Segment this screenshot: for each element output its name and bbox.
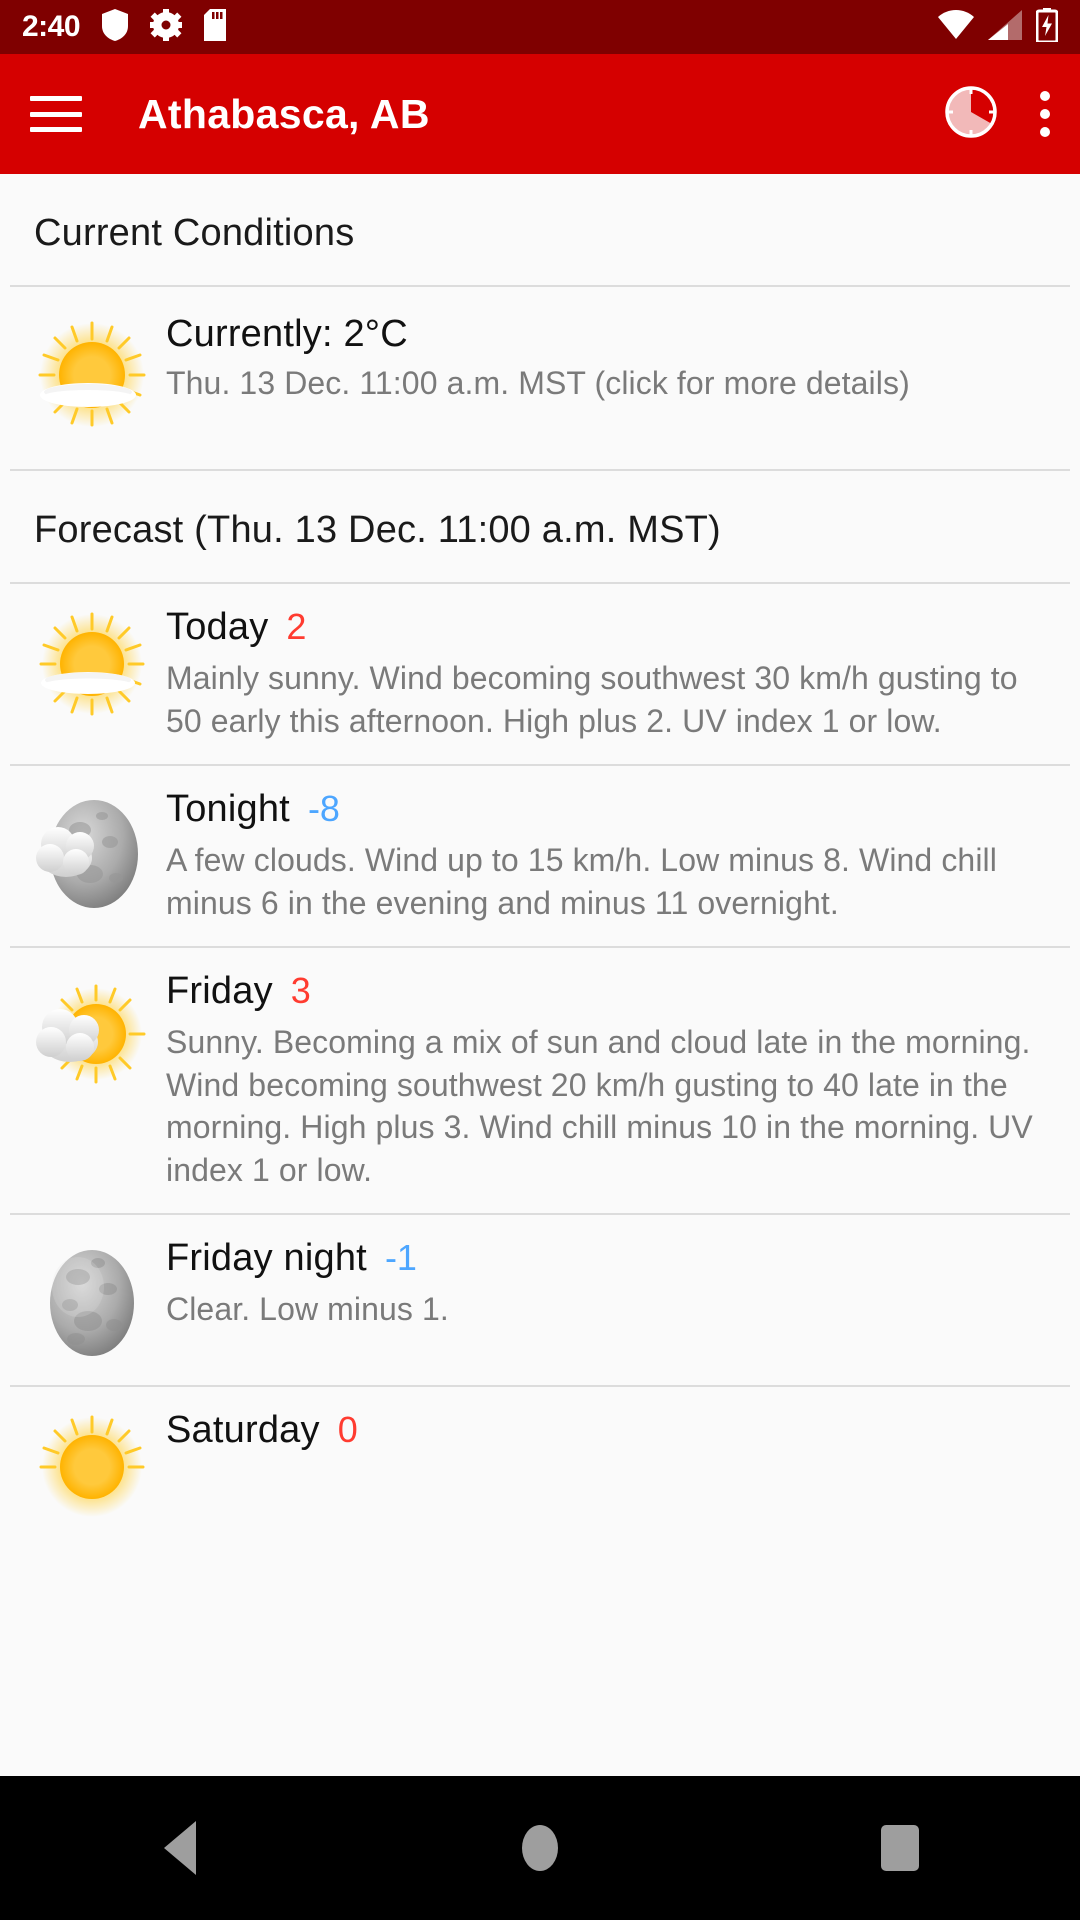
system-navigation-bar	[0, 1776, 1080, 1920]
forecast-row-header: Friday night -1	[166, 1237, 1052, 1280]
status-bar-left-group: 2:40	[22, 8, 227, 46]
forecast-period-label: Today	[166, 606, 269, 648]
battery-charging-icon	[1035, 7, 1059, 47]
forecast-description: A few clouds. Wind up to 15 km/h. Low mi…	[166, 842, 997, 921]
status-bar: 2:40	[0, 0, 1080, 54]
forecast-row-today[interactable]: Today 2 Mainly sunny. Wind becoming sout…	[0, 584, 1080, 764]
status-bar-right-group	[938, 7, 1059, 47]
forecast-row-header: Today 2	[166, 606, 1052, 649]
forecast-temperature: 3	[290, 970, 311, 1012]
text-cell: Friday night -1 Clear. Low minus 1.	[162, 1237, 1052, 1331]
gear-icon	[150, 8, 183, 46]
forecast-temperature: -8	[307, 788, 340, 830]
forecast-description: Clear. Low minus 1.	[166, 1291, 449, 1328]
forecast-temperature: -1	[384, 1237, 417, 1279]
current-conditions-heading: Current Conditions	[34, 212, 355, 254]
sd-card-icon	[204, 8, 227, 46]
app-bar-actions	[944, 85, 1050, 144]
wifi-icon	[938, 9, 974, 45]
forecast-period-label: Tonight	[166, 788, 290, 831]
sun-behind-cloud-icon	[32, 976, 152, 1096]
forecast-row-saturday[interactable]: Saturday 0	[0, 1387, 1080, 1557]
icon-cell	[22, 606, 162, 732]
overflow-menu-icon[interactable]	[1040, 91, 1050, 137]
page-title: Athabasca, AB	[138, 90, 430, 137]
home-navigation-icon[interactable]	[480, 1788, 600, 1908]
forecast-description: Sunny. Becoming a mix of sun and cloud l…	[166, 1024, 1033, 1188]
weather-scroll-content[interactable]: Current Conditions Currently: 2°C Thu. 1…	[0, 174, 1080, 1776]
text-cell: Saturday 0	[162, 1409, 1052, 1452]
radar-pie-icon[interactable]	[944, 85, 998, 144]
current-temperature-label: Currently: 2°C	[166, 313, 408, 355]
icon-cell	[22, 970, 162, 1096]
forecast-row-header: Friday 3	[166, 970, 1052, 1013]
forecast-period-label: Saturday	[166, 1409, 320, 1452]
icon-cell	[22, 1237, 162, 1363]
recent-apps-icon[interactable]	[840, 1788, 960, 1908]
status-bar-clock: 2:40	[22, 10, 81, 43]
forecast-row-friday[interactable]: Friday 3 Sunny. Becoming a mix of sun an…	[0, 948, 1080, 1213]
forecast-row-friday-night[interactable]: Friday night -1 Clear. Low minus 1.	[0, 1215, 1080, 1385]
current-conditions-row[interactable]: Currently: 2°C Thu. 13 Dec. 11:00 a.m. M…	[0, 287, 1080, 469]
forecast-row-tonight[interactable]: Tonight -8 A few clouds. Wind up to 15 k…	[0, 766, 1080, 946]
cell-signal-icon	[988, 9, 1022, 45]
forecast-period-label: Friday	[166, 970, 273, 1013]
text-cell: Today 2 Mainly sunny. Wind becoming sout…	[162, 606, 1052, 742]
text-cell: Tonight -8 A few clouds. Wind up to 15 k…	[162, 788, 1052, 924]
forecast-period-label: Friday night	[166, 1237, 367, 1280]
sun-behind-haze-icon	[32, 612, 152, 732]
moon-behind-cloud-icon	[32, 794, 152, 914]
shield-icon	[102, 8, 129, 46]
forecast-description: Mainly sunny. Wind becoming southwest 30…	[166, 660, 1018, 739]
sun-behind-haze-icon	[32, 319, 152, 439]
forecast-row-header: Saturday 0	[166, 1409, 1052, 1452]
back-navigation-icon[interactable]	[120, 1788, 240, 1908]
sun-behind-haze-icon	[32, 1415, 152, 1535]
icon-cell	[22, 788, 162, 914]
app-bar: Athabasca, AB	[0, 54, 1080, 174]
forecast-temperature: 0	[337, 1409, 358, 1451]
icon-cell	[22, 1409, 162, 1535]
forecast-heading: Forecast (Thu. 13 Dec. 11:00 a.m. MST)	[34, 509, 721, 551]
current-timestamp-label: Thu. 13 Dec. 11:00 a.m. MST (click for m…	[166, 365, 910, 401]
text-cell: Friday 3 Sunny. Becoming a mix of sun an…	[162, 970, 1052, 1191]
icon-cell	[22, 313, 162, 439]
moon-icon	[32, 1243, 152, 1363]
forecast-row-header: Tonight -8	[166, 788, 1052, 831]
text-cell: Currently: 2°C Thu. 13 Dec. 11:00 a.m. M…	[162, 313, 1052, 404]
forecast-temperature: 2	[286, 606, 307, 647]
hamburger-menu-icon[interactable]	[30, 96, 82, 132]
